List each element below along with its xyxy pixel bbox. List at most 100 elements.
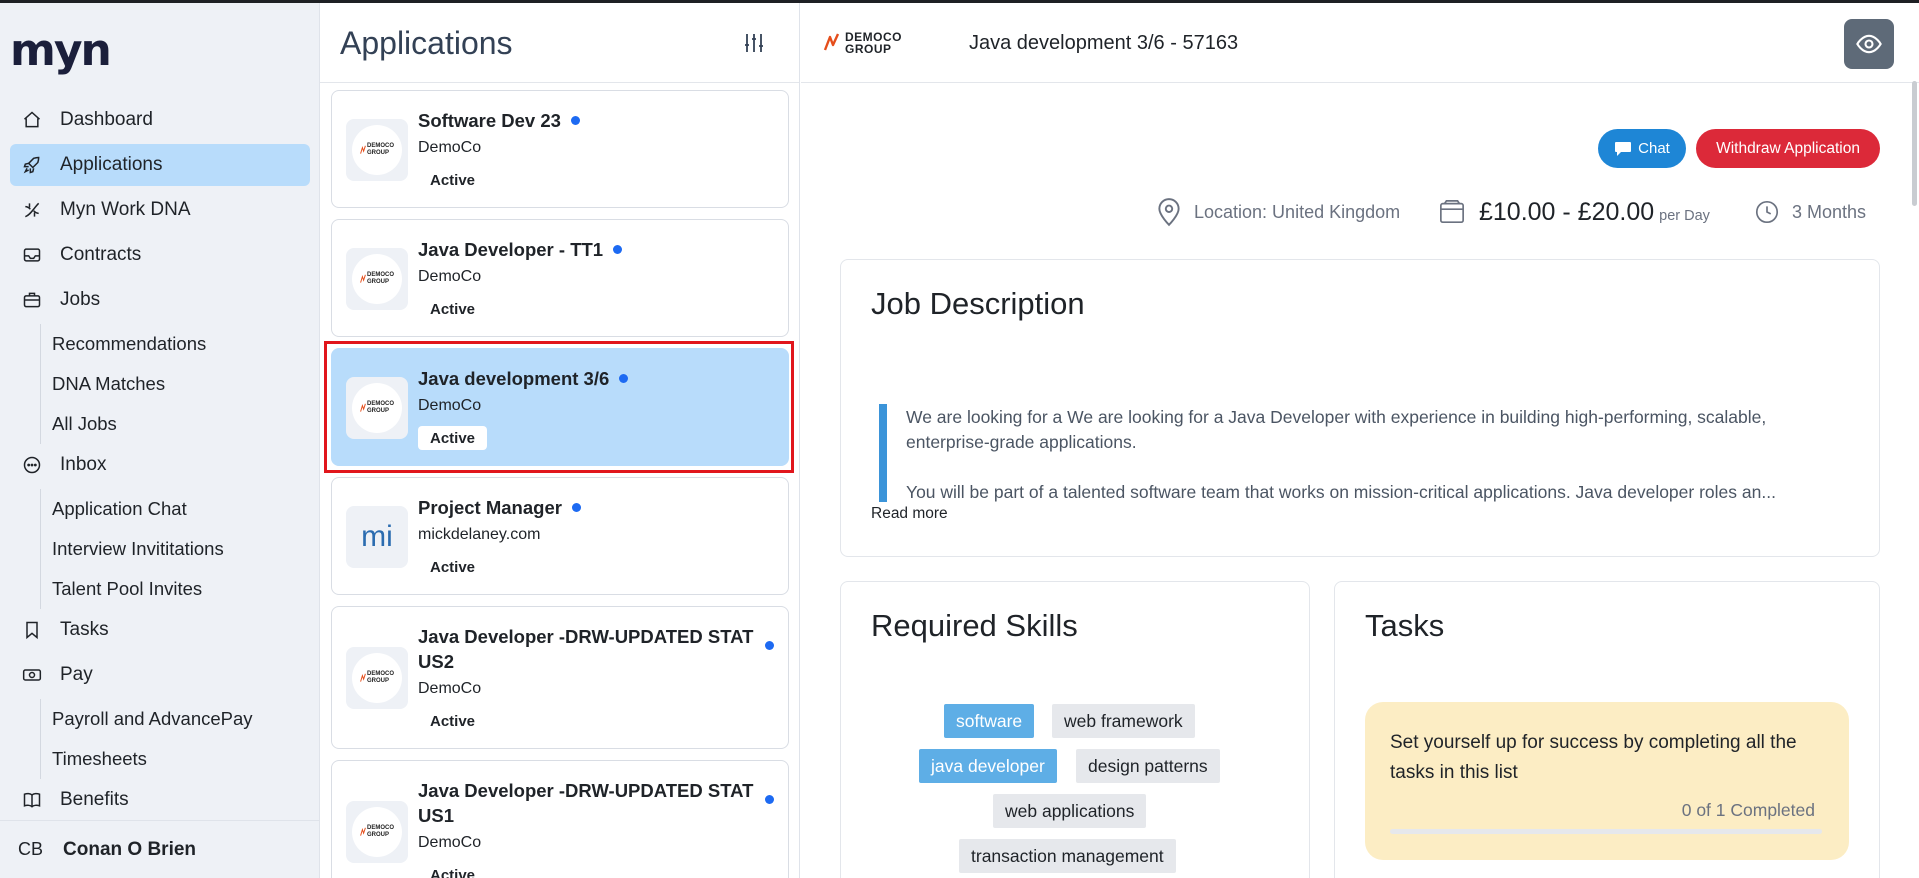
jobs-submenu: Recommendations DNA Matches All Jobs	[10, 324, 310, 444]
sidebar-item-label: Benefits	[60, 789, 129, 810]
application-card-selected[interactable]: DEMOCO GROUP Java development 3/6 DemoCo …	[331, 348, 789, 466]
applications-header: Applications	[320, 3, 799, 83]
sidebar-item-label: Tasks	[60, 619, 109, 640]
sidebar-item-contracts[interactable]: Contracts	[10, 234, 310, 276]
inbox-tray-icon	[22, 245, 42, 265]
job-description-heading: Job Description	[871, 286, 1085, 321]
sidebar-item-dna-matches[interactable]: DNA Matches	[10, 364, 310, 404]
application-card[interactable]: DEMOCO GROUP Java Developer -DRW-UPDATED …	[331, 760, 789, 878]
sidebar-item-jobs[interactable]: Jobs	[10, 279, 310, 321]
scrollbar[interactable]	[1912, 81, 1917, 206]
sidebar-item-benefits[interactable]: Benefits	[10, 779, 310, 821]
unread-dot	[571, 502, 581, 512]
sidebar-item-tasks[interactable]: Tasks	[10, 609, 310, 651]
sidebar-item-myn-work-dna[interactable]: Myn Work DNA	[10, 189, 310, 231]
unread-dot	[570, 115, 580, 125]
company-logo: DEMOCO GROUP	[346, 647, 408, 709]
sidebar-item-all-jobs[interactable]: All Jobs	[10, 404, 310, 444]
chat-label: Chat	[1638, 140, 1670, 157]
company-logo: mi	[346, 506, 408, 568]
sidebar-item-interview-invitations[interactable]: Interview Invititations	[10, 529, 310, 569]
rocket-icon	[22, 155, 42, 175]
sidebar-item-applications[interactable]: Applications	[10, 144, 310, 186]
application-title: Project Manager	[418, 495, 581, 520]
status-badge: Active	[418, 555, 488, 579]
brand-text-line2: GROUP	[845, 42, 892, 56]
job-meta: Location: United Kingdom £10.00 - £20.00…	[801, 197, 1919, 237]
wallet-icon	[1440, 200, 1464, 224]
briefcase-icon	[22, 290, 42, 310]
job-title: Java development 3/6 - 57163	[969, 32, 1239, 54]
myn-logo[interactable]: myn	[10, 29, 112, 73]
sidebar-item-dashboard[interactable]: Dashboard	[10, 99, 310, 141]
logo-text-line2: GROUP	[367, 678, 390, 684]
application-card[interactable]: DEMOCO GROUP Software Dev 23 DemoCo Activ…	[331, 90, 789, 208]
application-detail: DEMOCO GROUP Java development 3/6 - 57163…	[801, 3, 1919, 878]
sidebar-item-label: Myn Work DNA	[60, 199, 191, 220]
company-logo: DEMOCO GROUP	[346, 119, 408, 181]
application-title: Software Dev 23	[418, 108, 580, 133]
pay-submenu: Payroll and AdvancePay Timesheets	[10, 699, 310, 779]
sidebar-item-talent-pool-invites[interactable]: Talent Pool Invites	[10, 569, 310, 609]
sidebar-item-application-chat[interactable]: Application Chat	[10, 489, 310, 529]
sidebar-item-inbox[interactable]: Inbox	[10, 444, 310, 486]
read-more-link[interactable]: Read more	[871, 505, 948, 523]
logo-text-line1: DEMOCO	[367, 825, 394, 831]
detail-header: DEMOCO GROUP Java development 3/6 - 57163	[801, 3, 1919, 83]
logo-text-line2: GROUP	[367, 150, 390, 156]
sidebar-item-label: Dashboard	[60, 109, 153, 130]
withdraw-application-button[interactable]: Withdraw Application	[1696, 129, 1880, 168]
status-badge: Active	[418, 297, 488, 321]
company-logo: DEMOCO GROUP	[346, 248, 408, 310]
logo-text-line1: DEMOCO	[367, 401, 394, 407]
clock-icon	[1755, 200, 1779, 224]
sidebar: myn Dashboard Applications Myn Work DNA …	[0, 3, 320, 878]
logo-text-line2: GROUP	[367, 408, 390, 414]
skill-tag: software	[944, 704, 1035, 738]
user-name: Conan O Brien	[63, 838, 197, 860]
home-icon	[22, 110, 42, 130]
logo-text-line1: DEMOCO	[367, 143, 394, 149]
pay-unit: per Day	[1659, 208, 1710, 224]
logo-initials: mi	[361, 520, 393, 553]
location-info: Location: United Kingdom	[1156, 197, 1400, 227]
job-description-panel: Job Description We are looking for a We …	[840, 259, 1880, 557]
application-card[interactable]: DEMOCO GROUP Java Developer -DRW-UPDATED …	[331, 606, 789, 749]
application-card[interactable]: mi Project Manager mickdelaney.com Activ…	[331, 477, 789, 595]
inbox-submenu: Application Chat Interview Invititations…	[10, 489, 310, 609]
tasks-message: Set yourself up for success by completin…	[1390, 732, 1797, 783]
sidebar-item-label: Pay	[60, 664, 93, 685]
view-button[interactable]	[1844, 19, 1894, 69]
sidebar-item-label: Jobs	[60, 289, 101, 310]
applications-panel: Applications DEMOCO GROUP Software Dev 23…	[320, 3, 800, 878]
company-brand-logo: DEMOCO GROUP	[823, 31, 902, 55]
sidebar-item-recommendations[interactable]: Recommendations	[10, 324, 310, 364]
skill-tag: design patterns	[1076, 749, 1220, 783]
company-name: DemoCo	[418, 397, 482, 414]
avatar-initials: CB	[18, 839, 44, 859]
sidebar-item-label: Contracts	[60, 244, 142, 265]
tasks-panel: Tasks Set yourself up for success by com…	[1334, 581, 1880, 878]
company-name: DemoCo	[418, 139, 482, 156]
status-badge: Active	[418, 709, 488, 733]
chat-button[interactable]: Chat	[1598, 129, 1686, 168]
sidebar-item-payroll-advancepay[interactable]: Payroll and AdvancePay	[10, 699, 310, 739]
logo-text-line1: DEMOCO	[367, 671, 394, 677]
unread-dot	[765, 641, 774, 650]
quote-bar	[879, 404, 887, 502]
application-title: Java Developer -DRW-UPDATED STAT US1	[418, 780, 754, 826]
user-profile[interactable]: CB Conan O Brien	[0, 820, 319, 878]
company-logo: DEMOCO GROUP	[346, 377, 408, 439]
application-card[interactable]: DEMOCO GROUP Java Developer - TT1 DemoCo …	[331, 219, 789, 337]
job-description-paragraph: You will be part of a talented software …	[906, 482, 1776, 502]
logo-text-line2: GROUP	[367, 832, 390, 838]
logo-text-line2: GROUP	[367, 279, 390, 285]
company-name: DemoCo	[418, 834, 482, 851]
sliders-icon[interactable]	[742, 31, 766, 55]
sidebar-item-pay[interactable]: Pay	[10, 654, 310, 696]
chat-bubble-icon	[22, 455, 42, 475]
required-skills-heading: Required Skills	[871, 608, 1078, 643]
status-badge: Active	[418, 863, 488, 878]
tasks-progress-card[interactable]: Set yourself up for success by completin…	[1365, 702, 1849, 860]
sidebar-item-timesheets[interactable]: Timesheets	[10, 739, 310, 779]
